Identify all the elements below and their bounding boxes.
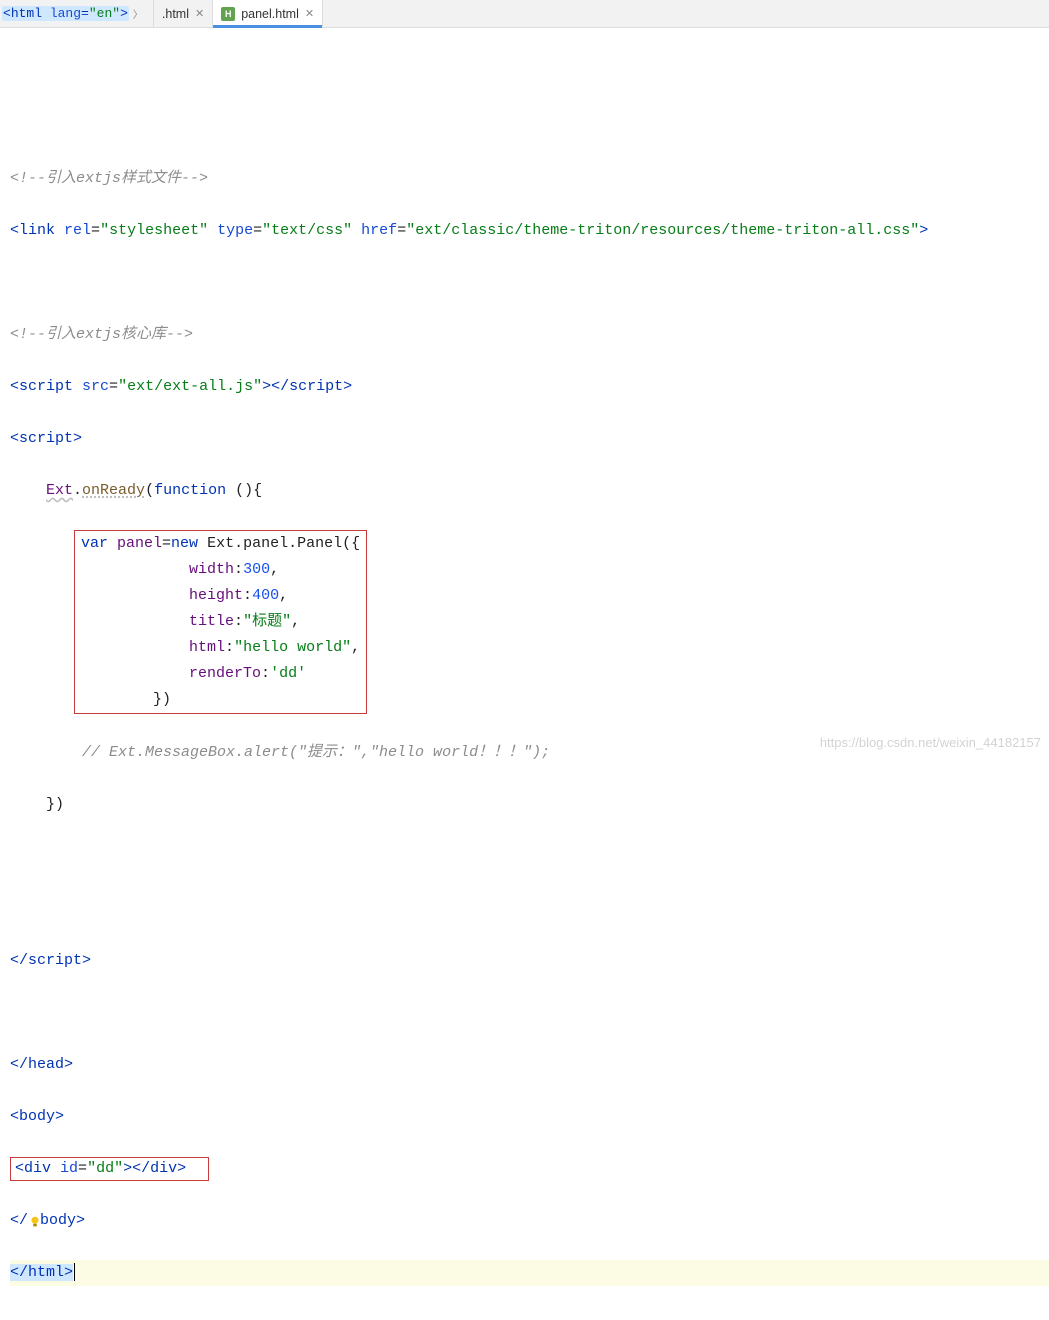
- code-line: <link rel="stylesheet" type="text/css" h…: [10, 218, 1049, 244]
- close-icon[interactable]: ✕: [195, 7, 204, 20]
- tab-bar: .html ✕ H panel.html ✕: [154, 0, 323, 27]
- code-comment: <!--引入extjs样式文件-->: [10, 170, 208, 187]
- tab-label: .html: [162, 7, 189, 21]
- code-line: <script>: [10, 426, 1049, 452]
- code-line: </script>: [10, 948, 1049, 974]
- html-file-icon: H: [221, 7, 235, 21]
- current-line: </html>: [10, 1260, 1049, 1286]
- code-line: }): [10, 792, 1049, 818]
- breadcrumb[interactable]: <html lang="en"> 〉: [0, 0, 154, 27]
- text-caret: [74, 1263, 75, 1281]
- code-line: <script src="ext/ext-all.js"></script>: [10, 374, 1049, 400]
- editor-topbar: <html lang="en"> 〉 .html ✕ H panel.html …: [0, 0, 1049, 28]
- code-line: </body>: [10, 1208, 1049, 1234]
- highlighted-line: <div id="dd"></div>: [10, 1156, 1049, 1182]
- code-comment: // Ext.MessageBox.alert("提示：","hello wor…: [10, 744, 550, 761]
- tab-panel-html[interactable]: H panel.html ✕: [213, 0, 323, 27]
- close-icon[interactable]: ✕: [305, 7, 314, 20]
- highlighted-block-line: var panel=new Ext.panel.Panel({ width:30…: [10, 530, 1049, 714]
- code-line: Ext.onReady(function (){: [10, 478, 1049, 504]
- code-line: <body>: [10, 1104, 1049, 1130]
- code-editor[interactable]: <!--引入extjs样式文件--> <link rel="stylesheet…: [0, 28, 1049, 1320]
- code-line: </head>: [10, 1052, 1049, 1078]
- tab-html[interactable]: .html ✕: [154, 0, 213, 27]
- code-comment: <!--引入extjs核心库-->: [10, 326, 193, 343]
- chevron-right-icon: 〉: [133, 6, 143, 22]
- tab-label: panel.html: [241, 7, 299, 21]
